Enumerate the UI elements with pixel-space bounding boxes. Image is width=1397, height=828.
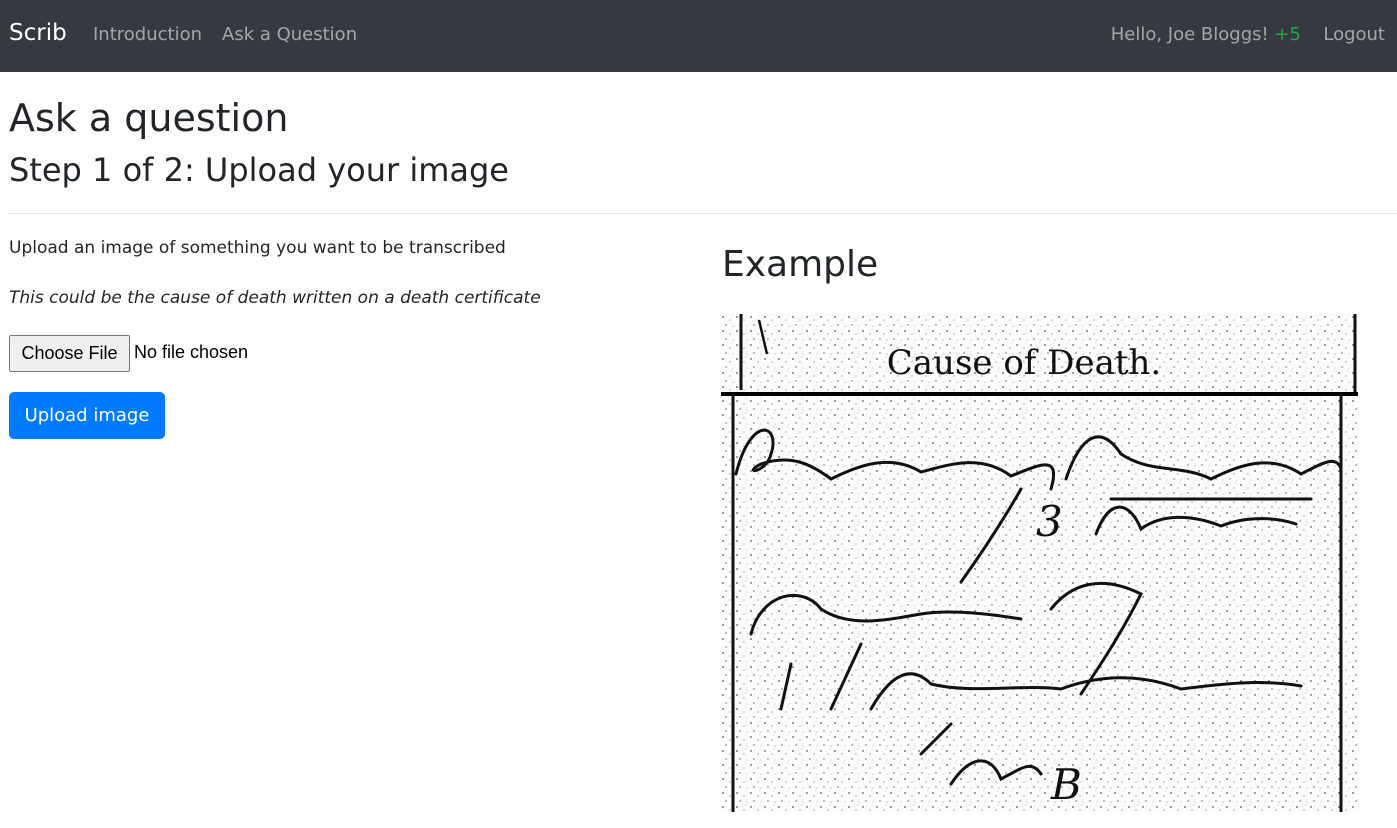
top-navbar: Scrib Introduction Ask a Question Hello,… — [0, 0, 1397, 72]
divider — [9, 213, 1397, 214]
logout-link[interactable]: Logout — [1323, 24, 1385, 45]
svg-text:3: 3 — [1036, 497, 1063, 546]
nav-link-ask-question[interactable]: Ask a Question — [222, 24, 357, 45]
printed-header: Cause of Death. — [887, 343, 1161, 383]
nav-link-introduction[interactable]: Introduction — [93, 24, 202, 45]
brand-link[interactable]: Scrib — [9, 20, 67, 46]
instructions-text: Upload an image of something you want to… — [9, 238, 506, 258]
greeting-text: Hello, Joe Bloggs! — [1110, 24, 1269, 45]
step-heading: Step 1 of 2: Upload your image — [9, 151, 509, 189]
user-greeting: Hello, Joe Bloggs! +5 — [1111, 24, 1301, 45]
svg-text:B: B — [1050, 760, 1082, 809]
page-title: Ask a question — [9, 96, 289, 140]
upload-image-button[interactable]: Upload image — [9, 392, 165, 439]
death-certificate-scan: Cause of Death. 3 B — [721, 314, 1358, 812]
file-status-text: No file chosen — [134, 342, 249, 362]
choose-file-button[interactable]: Choose File — [9, 335, 130, 372]
example-heading: Example — [722, 244, 879, 285]
hint-text: This could be the cause of death written… — [9, 288, 541, 308]
example-image: Cause of Death. 3 B — [721, 314, 1358, 812]
points-badge: +5 — [1274, 24, 1301, 45]
